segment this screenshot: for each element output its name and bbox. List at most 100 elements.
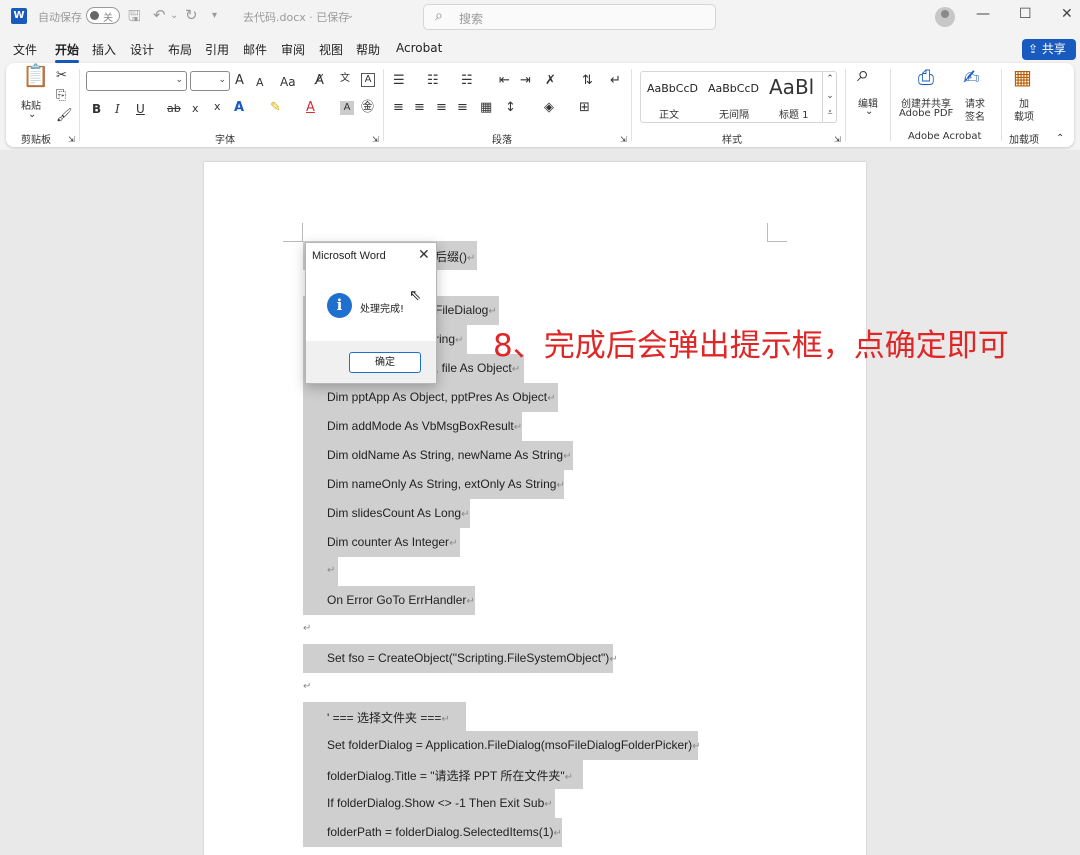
code-line[interactable]: Set fso = CreateObject("Scripting.FileSy…	[303, 644, 618, 673]
tab-home[interactable]: 开始	[55, 41, 80, 63]
tab-file[interactable]: 文件	[13, 41, 37, 58]
tab-insert[interactable]: 插入	[92, 41, 116, 58]
save-icon[interactable]: 🖫	[128, 6, 141, 31]
clipboard-launcher-icon[interactable]: ⇲	[68, 132, 75, 148]
font-name-select[interactable]: ⌄	[86, 71, 187, 91]
find-icon[interactable]: ⌕	[857, 64, 869, 86]
grow-font-icon[interactable]: A	[235, 73, 244, 89]
undo-dropdown-icon[interactable]: ⌄	[170, 10, 178, 21]
customize-toolbar-icon[interactable]: ▾	[212, 10, 217, 21]
character-border-icon[interactable]: A	[361, 73, 375, 87]
document-filename[interactable]: 去代码.docx · 已保存	[243, 9, 349, 25]
code-line[interactable]: folderDialog.Title = "请选择 PPT 所在文件夹"↵	[303, 760, 583, 789]
multilevel-list-icon[interactable]: ☵	[461, 73, 473, 89]
text-effects-icon[interactable]: A	[234, 100, 244, 116]
tab-acrobat[interactable]: Acrobat	[396, 41, 442, 55]
addins-label-2[interactable]: 载项	[1014, 108, 1034, 123]
scroll-up-icon[interactable]: ⌃	[823, 71, 837, 88]
styles-launcher-icon[interactable]: ⇲	[834, 132, 841, 148]
font-size-select[interactable]: ⌄	[190, 71, 230, 91]
request-signature-icon[interactable]: ✍	[963, 67, 980, 87]
close-icon[interactable]: ✕	[418, 247, 430, 263]
subscript-icon[interactable]: x	[192, 101, 199, 117]
asian-layout-icon[interactable]: ✗	[545, 73, 556, 89]
code-line[interactable]: Dim counter As Integer↵	[303, 528, 460, 557]
add-ins-icon[interactable]: ▦	[1013, 67, 1032, 87]
maximize-icon[interactable]: ☐	[1019, 6, 1032, 22]
change-case-icon[interactable]: Aa	[280, 74, 296, 90]
strikethrough-icon[interactable]: ab	[167, 101, 181, 117]
bold-icon[interactable]: B	[92, 101, 101, 117]
code-line[interactable]: If folderDialog.Show <> -1 Then Exit Sub…	[303, 789, 555, 818]
copy-icon[interactable]: ⎘	[56, 88, 66, 104]
filename-chevron-icon[interactable]: ⌄	[346, 10, 354, 21]
enclose-characters-icon[interactable]: ㊎	[361, 100, 374, 116]
code-line[interactable]: Set folderDialog = Application.FileDialo…	[303, 731, 701, 760]
autosave-toggle[interactable]: 关	[86, 7, 120, 24]
tab-layout[interactable]: 布局	[168, 41, 192, 58]
justify-icon[interactable]: ≡	[457, 100, 468, 116]
font-launcher-icon[interactable]: ⇲	[372, 132, 379, 148]
highlight-icon[interactable]: ✎	[270, 100, 281, 116]
line-spacing-icon[interactable]: ↕	[505, 100, 516, 116]
code-line[interactable]: folderPath = folderDialog.SelectedItems(…	[303, 818, 562, 847]
format-painter-icon[interactable]: 🖌	[56, 108, 73, 124]
decrease-indent-icon[interactable]: ⇤	[499, 73, 510, 89]
shading-icon[interactable]: ◈	[544, 100, 554, 116]
share-button[interactable]: ⇪ 共享 ⌄	[1022, 39, 1076, 77]
distributed-icon[interactable]: ▦	[480, 100, 492, 116]
tab-references[interactable]: 引用	[205, 41, 229, 58]
ok-button[interactable]: 确定	[349, 352, 421, 373]
scroll-down-icon[interactable]: ⌄	[823, 88, 837, 105]
align-right-icon[interactable]: ≡	[436, 100, 447, 116]
code-line[interactable]: Dim addMode As VbMsgBoxResult↵	[303, 412, 522, 441]
code-line[interactable]: Dim pptApp As Object, pptPres As Object↵	[303, 383, 558, 412]
code-line[interactable]: ' === 选择文件夹 ===↵	[303, 702, 466, 731]
editing-dropdown-icon[interactable]: ⌄	[865, 106, 873, 117]
user-avatar[interactable]	[935, 7, 955, 27]
underline-icon[interactable]: U	[136, 101, 145, 117]
italic-icon[interactable]: I	[115, 101, 120, 117]
show-marks-icon[interactable]: ↵	[610, 73, 621, 89]
tab-help[interactable]: 帮助	[356, 41, 380, 58]
code-line[interactable]: Dim nameOnly As String, extOnly As Strin…	[303, 470, 565, 499]
signature-label[interactable]: 签名	[965, 108, 985, 123]
numbering-icon[interactable]: ☷	[427, 73, 439, 89]
shrink-font-icon[interactable]: A	[256, 75, 264, 91]
minimize-icon[interactable]: —	[976, 6, 990, 22]
code-line[interactable]: ↵	[303, 615, 323, 644]
close-window-icon[interactable]: ✕	[1061, 6, 1073, 22]
search-box[interactable]: ⌕ 搜索	[423, 4, 716, 30]
collapse-ribbon-icon[interactable]: ⌃	[1056, 131, 1064, 147]
superscript-icon[interactable]: x	[214, 99, 221, 115]
bullets-icon[interactable]: ☰	[393, 73, 405, 89]
character-shading-icon[interactable]: A	[340, 101, 354, 115]
more-styles-icon[interactable]: ⩡	[823, 105, 837, 122]
align-center-icon[interactable]: ≡	[414, 100, 425, 116]
sort-icon[interactable]: ⇅	[582, 73, 593, 89]
phonetic-guide-icon[interactable]: 文	[340, 71, 350, 87]
code-line[interactable]: On Error GoTo ErrHandler↵	[303, 586, 475, 615]
styles-scroll[interactable]: ⌃ ⌄ ⩡	[822, 71, 837, 123]
redo-icon[interactable]: ↻	[185, 6, 198, 24]
tab-view[interactable]: 视图	[319, 41, 343, 58]
code-line[interactable]: ↵	[303, 673, 323, 702]
align-left-icon[interactable]: ≡	[393, 100, 404, 116]
increase-indent-icon[interactable]: ⇥	[520, 73, 531, 89]
tab-design[interactable]: 设计	[130, 41, 154, 58]
cut-icon[interactable]: ✂	[56, 68, 67, 84]
paste-icon[interactable]: 📋	[22, 66, 49, 88]
paste-dropdown-icon[interactable]: ⌄	[28, 109, 36, 120]
clear-format-icon[interactable]: A̸	[315, 73, 324, 89]
borders-icon[interactable]: ⊞	[579, 100, 590, 116]
code-line[interactable]: Dim slidesCount As Long↵	[303, 499, 470, 528]
code-line[interactable]: ↵	[303, 557, 338, 586]
undo-icon[interactable]: ↶	[153, 6, 166, 24]
create-pdf-label-2[interactable]: Adobe PDF	[899, 108, 953, 119]
font-color-icon[interactable]: A	[306, 100, 315, 116]
paragraph-launcher-icon[interactable]: ⇲	[620, 132, 627, 148]
create-pdf-icon[interactable]: ⎙	[918, 67, 934, 87]
tab-mailings[interactable]: 邮件	[243, 41, 267, 58]
code-line[interactable]: Dim oldName As String, newName As String…	[303, 441, 573, 470]
tab-review[interactable]: 审阅	[281, 41, 305, 58]
